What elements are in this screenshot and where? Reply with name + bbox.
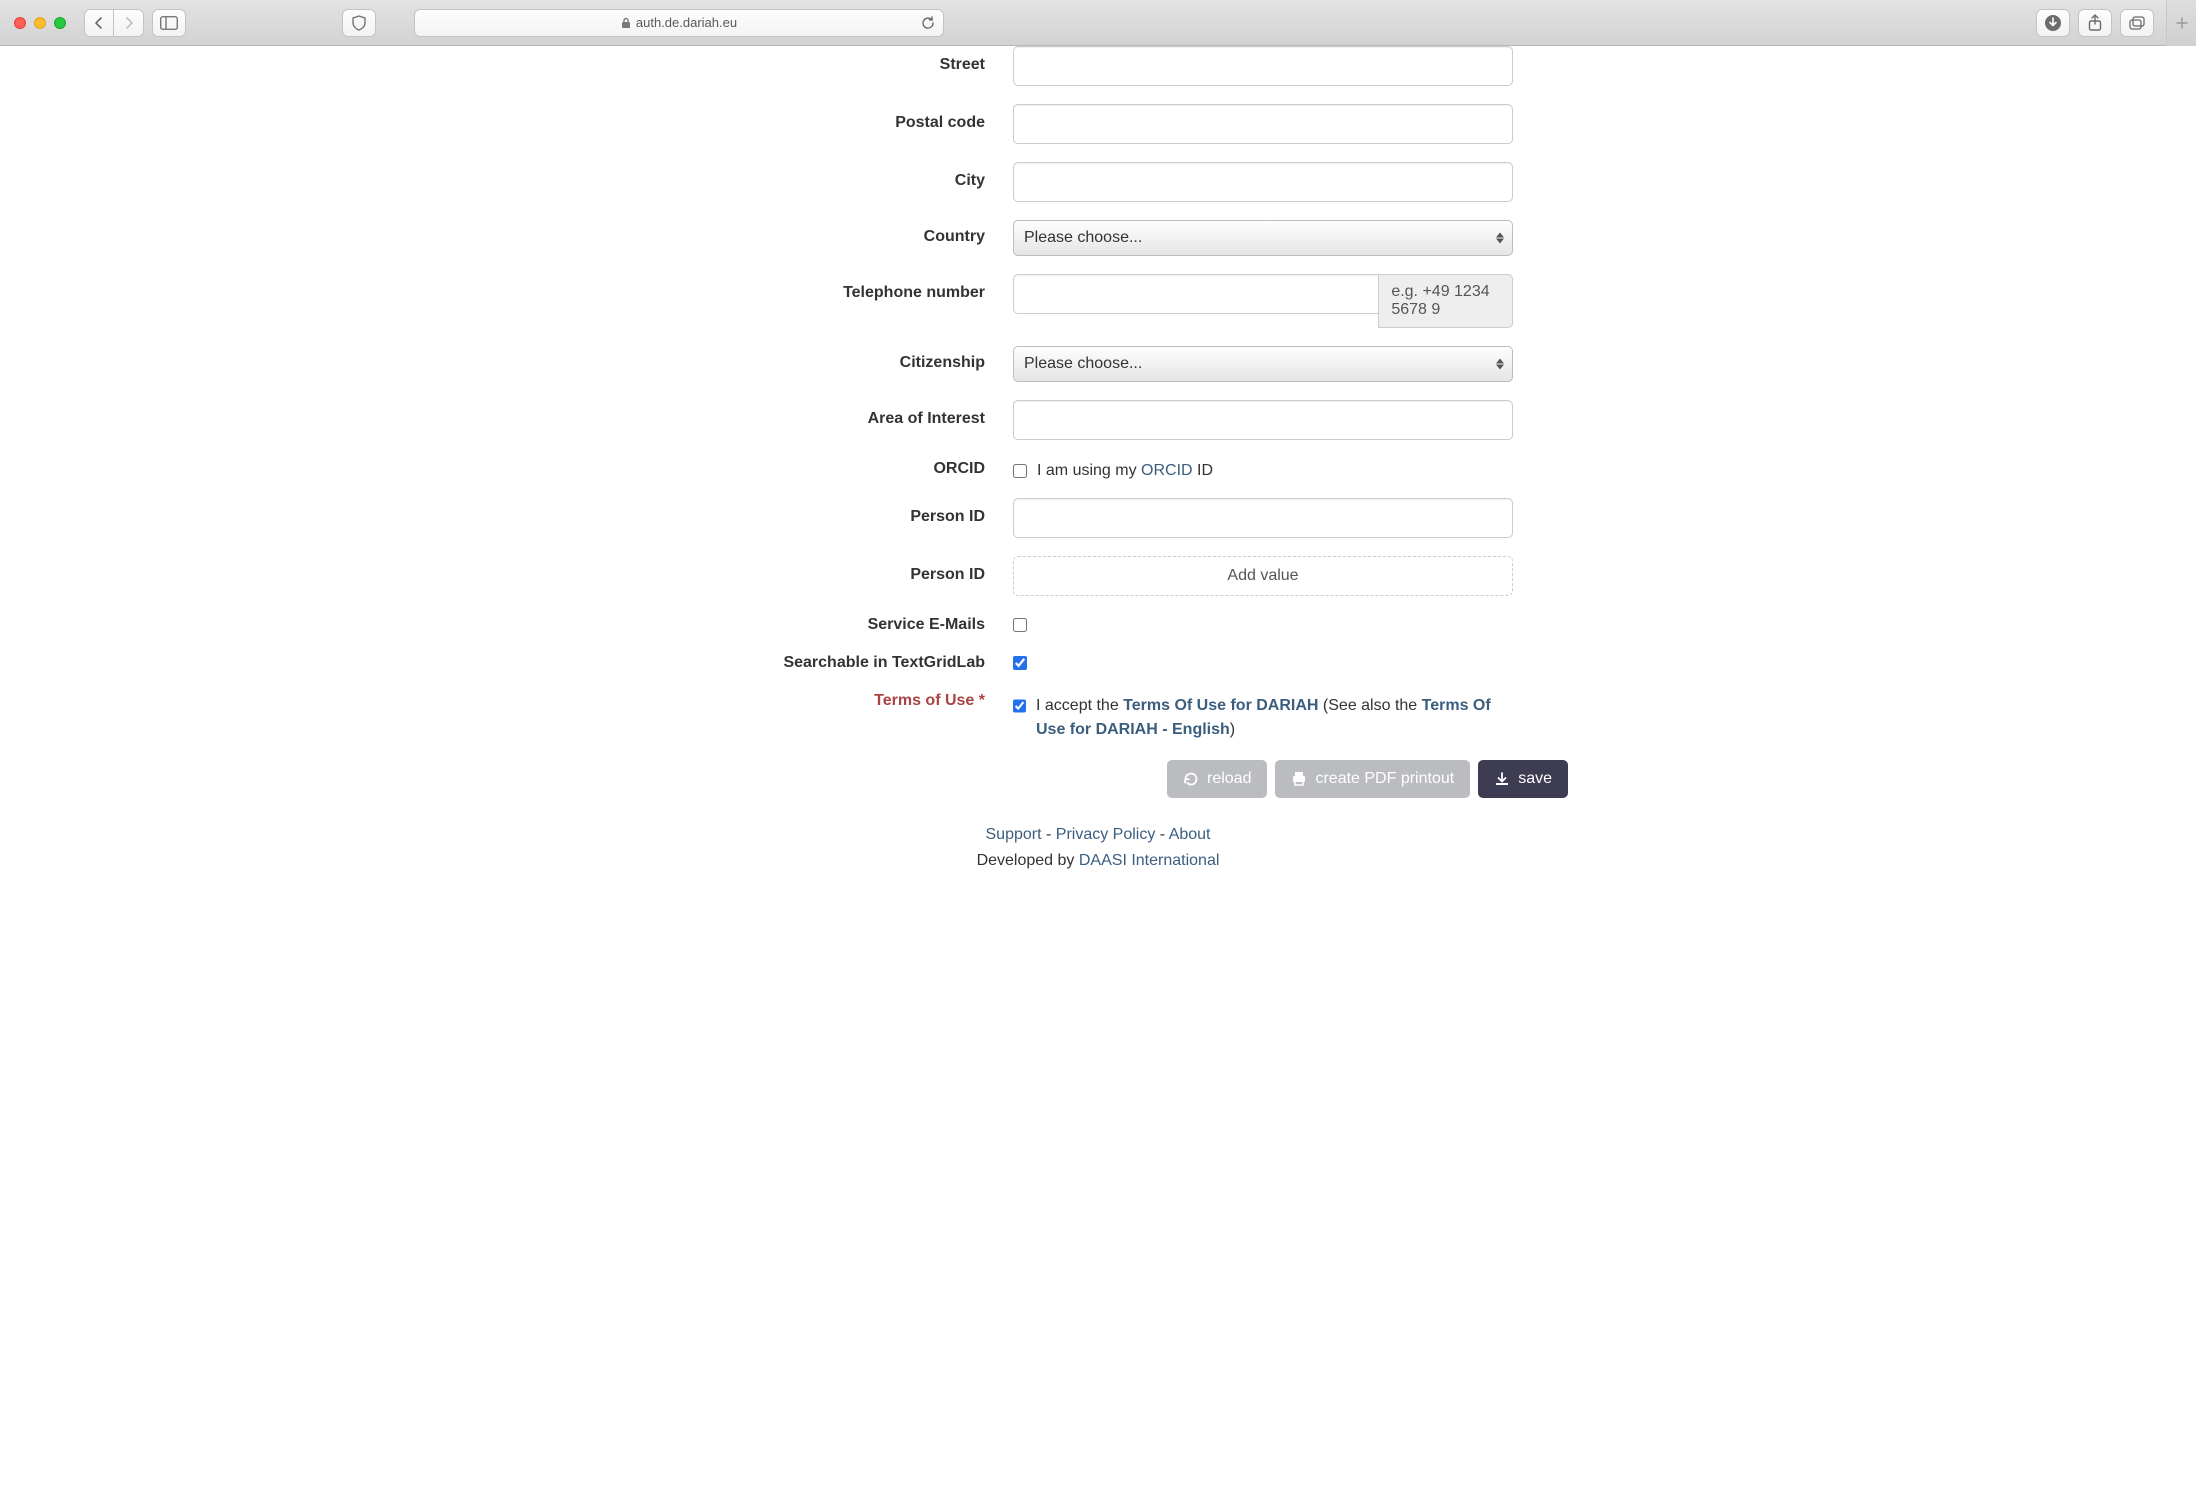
tabs-button[interactable] [2120,9,2154,37]
download-save-icon [1494,771,1510,787]
row-postal-code: Postal code [543,104,1653,144]
row-area-of-interest: Area of Interest [543,400,1653,440]
orcid-text: I am using my ORCID ID [1037,462,1213,480]
save-button[interactable]: save [1478,760,1568,798]
label-telephone: Telephone number [543,274,1013,302]
daasi-link[interactable]: DAASI International [1079,852,1220,869]
label-searchable: Searchable in TextGridLab [543,652,1013,672]
about-link[interactable]: About [1169,826,1211,843]
citizenship-select-value: Please choose... [1024,355,1142,373]
reload-button[interactable]: reload [1167,760,1267,798]
refresh-icon [1183,771,1199,787]
add-value-button[interactable]: Add value [1013,556,1513,596]
orcid-checkbox[interactable] [1013,464,1027,478]
back-button[interactable] [84,9,114,37]
pdf-button[interactable]: create PDF printout [1275,760,1470,798]
label-person-id-2: Person ID [543,556,1013,584]
plus-icon [2176,17,2188,29]
form-container: Street Postal code City Country Please c… [528,46,1668,742]
shield-icon [351,15,367,31]
chevron-updown-icon [1496,359,1504,370]
privacy-link[interactable]: Privacy Policy [1056,826,1156,843]
label-postal-code: Postal code [543,104,1013,132]
support-link[interactable]: Support [986,826,1042,843]
chevron-left-icon [94,16,104,30]
chevron-updown-icon [1496,233,1504,244]
row-telephone: Telephone number e.g. +49 1234 5678 9 [543,274,1653,328]
tabs-icon [2129,16,2145,30]
citizenship-select[interactable]: Please choose... [1013,346,1513,382]
city-input[interactable] [1013,162,1513,202]
row-citizenship: Citizenship Please choose... [543,346,1653,382]
label-orcid: ORCID [543,458,1013,478]
row-orcid: ORCID I am using my ORCID ID [543,458,1653,480]
reload-icon[interactable] [921,16,935,30]
row-street: Street [543,46,1653,86]
chevron-right-icon [124,16,134,30]
new-tab-button[interactable] [2166,0,2196,46]
label-street: Street [543,46,1013,74]
terms-text: I accept the Terms Of Use for DARIAH (Se… [1036,694,1513,742]
url-text: auth.de.dariah.eu [636,15,737,30]
close-window-button[interactable] [14,17,26,29]
lock-icon [621,17,631,29]
terms-link-1[interactable]: Terms Of Use for DARIAH [1123,697,1318,714]
right-tools [2036,9,2154,37]
page-content: Street Postal code City Country Please c… [0,46,2196,903]
label-area-of-interest: Area of Interest [543,400,1013,428]
address-bar[interactable]: auth.de.dariah.eu [414,9,944,37]
share-button[interactable] [2078,9,2112,37]
street-input[interactable] [1013,46,1513,86]
footer: Support - Privacy Policy - About Develop… [0,822,2196,873]
row-service-emails: Service E-Mails [543,614,1653,634]
searchable-checkbox[interactable] [1013,656,1027,670]
row-person-id-add: Person ID Add value [543,556,1653,596]
share-icon [2088,14,2102,32]
telephone-input[interactable] [1013,274,1378,314]
nav-buttons [84,9,144,37]
label-country: Country [543,220,1013,246]
country-select-value: Please choose... [1024,229,1142,247]
row-person-id: Person ID [543,498,1653,538]
privacy-report-button[interactable] [342,9,376,37]
row-country: Country Please choose... [543,220,1653,256]
sidebar-icon [160,16,178,30]
form-actions: reload create PDF printout save [613,760,1583,798]
download-icon [2044,14,2062,32]
label-terms: Terms of Use * [543,690,1013,710]
downloads-button[interactable] [2036,9,2070,37]
minimize-window-button[interactable] [34,17,46,29]
browser-toolbar: auth.de.dariah.eu [0,0,2196,46]
country-select[interactable]: Please choose... [1013,220,1513,256]
row-terms: Terms of Use * I accept the Terms Of Use… [543,690,1653,742]
row-city: City [543,162,1653,202]
label-person-id: Person ID [543,498,1013,526]
label-city: City [543,162,1013,190]
postal-code-input[interactable] [1013,104,1513,144]
forward-button[interactable] [114,9,144,37]
orcid-link[interactable]: ORCID [1141,462,1193,479]
sidebar-toggle-button[interactable] [152,9,186,37]
service-emails-checkbox[interactable] [1013,618,1027,632]
window-controls [14,17,66,29]
row-searchable: Searchable in TextGridLab [543,652,1653,672]
label-citizenship: Citizenship [543,346,1013,372]
print-icon [1291,771,1307,787]
terms-checkbox[interactable] [1013,699,1026,713]
person-id-input[interactable] [1013,498,1513,538]
fullscreen-window-button[interactable] [54,17,66,29]
area-of-interest-input[interactable] [1013,400,1513,440]
telephone-hint: e.g. +49 1234 5678 9 [1378,274,1513,328]
label-service-emails: Service E-Mails [543,614,1013,634]
